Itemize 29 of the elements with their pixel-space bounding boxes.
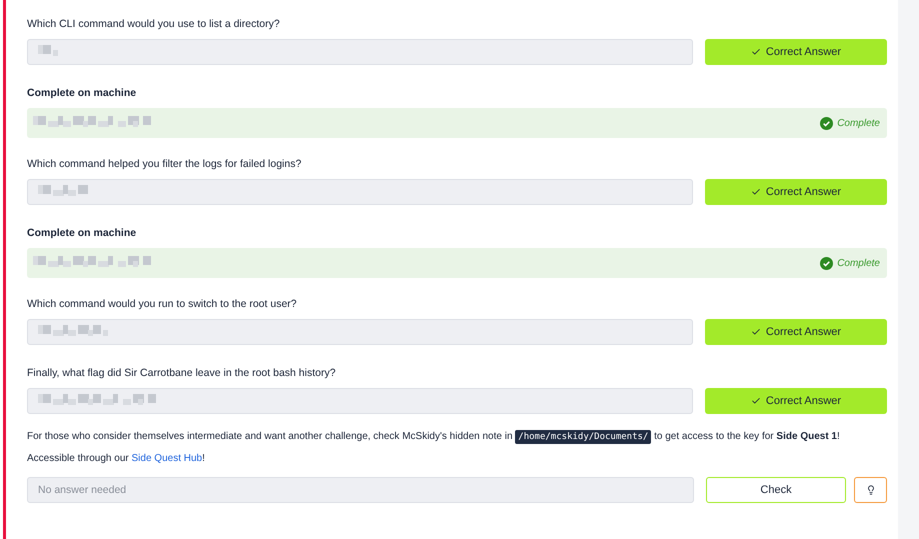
question-text: Which command helped you filter the logs for failed logins?: [27, 156, 302, 172]
answer-field[interactable]: No answer needed: [27, 477, 694, 503]
check-icon: [750, 327, 761, 337]
task-label: Complete on machine: [27, 86, 138, 100]
complete-status: Complete: [820, 116, 880, 130]
check-circle-icon: [820, 256, 834, 270]
hint-button[interactable]: [854, 477, 887, 503]
answer-field[interactable]: [27, 388, 693, 414]
task-label: Complete on machine: [27, 226, 138, 240]
correct-answer-button[interactable]: Correct Answer: [705, 39, 887, 65]
question-text: Finally, what flag did Sir Carrotbane leave in the root bash history?: [27, 366, 337, 380]
lightbulb-icon: [866, 485, 876, 495]
question-text: Which command would you run to switch to the root user?: [27, 296, 298, 312]
side-quest-link[interactable]: Side Quest Hub: [132, 453, 202, 464]
correct-answer-button[interactable]: Correct Answer: [705, 319, 887, 345]
challenge-note: For those who consider themselves intermediate and want another challenge, check McSkidy's hidden note in /home/mcskidy/Documents/ to get access to the key for Side Quest 1! Accessible through our Side Quest Hub!: [27, 429, 841, 466]
correct-answer-button[interactable]: Correct Answer: [705, 388, 887, 414]
question-text: Which CLI command would you use to list a directory?: [27, 16, 281, 32]
answer-field[interactable]: [27, 39, 693, 65]
check-icon: [750, 47, 761, 57]
answer-field[interactable]: [27, 179, 693, 205]
check-icon: [750, 187, 761, 197]
check-circle-icon: [820, 116, 834, 130]
answer-field[interactable]: [27, 319, 693, 345]
check-icon: [750, 396, 761, 406]
correct-answer-button[interactable]: Correct Answer: [705, 179, 887, 205]
file-path: /home/mcskidy/Documents/: [515, 430, 652, 444]
complete-status: Complete: [820, 256, 880, 270]
check-button[interactable]: Check: [706, 477, 846, 503]
